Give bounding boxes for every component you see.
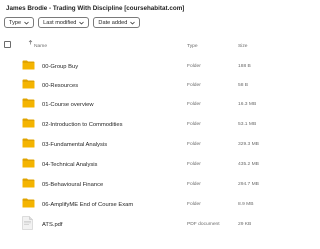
file-size: 435.2 MB — [238, 162, 259, 167]
chevron-down-icon — [130, 21, 136, 24]
file-size: 8.9 MB — [238, 202, 254, 207]
file-name: 02-Introduction to Commodities — [42, 122, 123, 128]
file-type: Folder — [187, 64, 201, 69]
file-size: 294.7 MB — [238, 182, 259, 187]
folder-icon — [22, 98, 35, 108]
file-name: 01-Course overview — [42, 102, 94, 108]
filter-type-label: Type — [9, 19, 22, 26]
file-name: ATS.pdf — [42, 222, 63, 228]
folder-icon — [22, 178, 35, 188]
file-type: Folder — [187, 182, 201, 187]
file-size: 58 B — [238, 83, 249, 88]
file-size: 29 KB — [238, 222, 252, 227]
file-name: 04-Technical Analysis — [42, 162, 98, 168]
folder-icon — [22, 158, 35, 168]
column-header-type[interactable]: Type — [187, 44, 198, 49]
filter-last-modified-chip[interactable]: Last modified — [38, 17, 90, 28]
filter-date-added-chip[interactable]: Date added — [93, 17, 141, 28]
page-title: James Brodie - Trading With Discipline [… — [6, 5, 185, 12]
folder-icon — [22, 198, 35, 208]
filter-bar: Type Last modified Date added — [4, 17, 141, 28]
file-row[interactable]: 06-AmplifyME End of Course Exam Folder 8.9… — [0, 196, 300, 216]
filter-type-chip[interactable]: Type — [4, 17, 35, 28]
file-row[interactable]: 02-Introduction to Commodities Folder 53.1… — [0, 116, 300, 136]
file-row[interactable]: 04-Technical Analysis Folder 435.2 MB — [0, 156, 300, 176]
file-row[interactable]: 03-Fundamental Analysis Folder 329.3 MB — [0, 136, 300, 156]
folder-icon — [22, 79, 35, 89]
file-size: 329.3 MB — [238, 142, 259, 147]
chevron-down-icon — [79, 21, 85, 24]
file-type: Folder — [187, 202, 201, 207]
file-row[interactable]: 00-Group Buy Folder 188 B — [0, 58, 300, 78]
file-type: Folder — [187, 142, 201, 147]
file-name: 06-AmplifyME End of Course Exam — [42, 202, 134, 208]
file-size: 53.1 MB — [238, 122, 257, 127]
file-row[interactable]: ATS.pdf PDF document 29 KB — [0, 216, 300, 236]
file-type: Folder — [187, 83, 201, 88]
filter-last-modified-label: Last modified — [43, 19, 77, 26]
list-header: Name Type Size — [0, 37, 300, 53]
filter-date-added-label: Date added — [98, 19, 128, 26]
file-type: Folder — [187, 102, 201, 107]
file-name: 05-Behavioural Finance — [42, 182, 104, 188]
file-row[interactable]: 00-Resources Folder 58 B — [0, 77, 300, 97]
chevron-down-icon — [24, 21, 29, 24]
file-type: PDF document — [187, 222, 220, 227]
file-size: 188 B — [238, 64, 251, 69]
pdf-icon — [22, 216, 33, 230]
file-type: Folder — [187, 162, 201, 167]
file-name: 00-Group Buy — [42, 64, 79, 70]
folder-icon — [22, 60, 35, 70]
file-type: Folder — [187, 122, 201, 127]
sort-up-arrow-icon[interactable] — [28, 40, 33, 45]
select-all-checkbox[interactable] — [4, 41, 11, 48]
file-size: 16.3 MB — [238, 102, 257, 107]
column-header-size[interactable]: Size — [238, 44, 248, 49]
file-row[interactable]: 01-Course overview Folder 16.3 MB — [0, 96, 300, 116]
folder-icon — [22, 118, 35, 128]
file-name: 03-Fundamental Analysis — [42, 142, 108, 148]
file-name: 00-Resources — [42, 83, 79, 89]
folder-icon — [22, 138, 35, 148]
file-row[interactable]: 05-Behavioural Finance Folder 294.7 MB — [0, 176, 300, 196]
column-header-name[interactable]: Name — [34, 44, 47, 49]
